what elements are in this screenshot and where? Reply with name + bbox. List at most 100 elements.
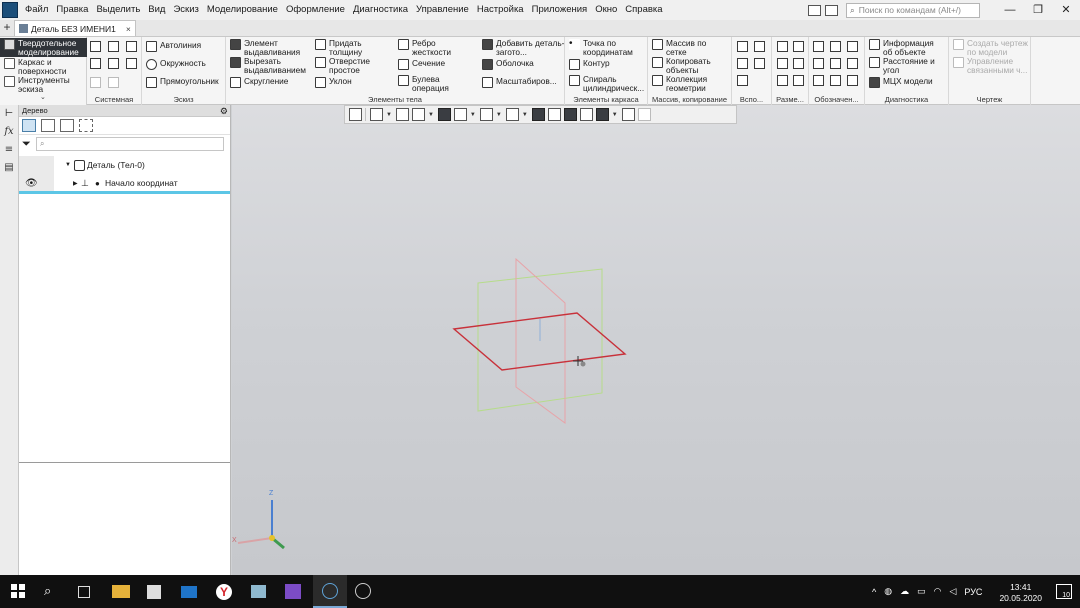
filter-icon[interactable]: ⏷ [22,138,36,151]
scale-button[interactable]: Масштабиров... [482,77,557,88]
autoline-button[interactable]: Автолиния [146,41,201,52]
position-icon[interactable] [830,75,841,86]
mode-sketch-tools[interactable]: Инструменты эскиза [0,75,87,93]
tree-bodies-icon[interactable] [60,119,74,132]
save-icon[interactable] [126,41,137,52]
wifi-icon[interactable]: ◠ [934,586,942,597]
language-indicator[interactable]: РУС [964,587,982,597]
task-view-icon[interactable] [78,586,90,598]
properties-icon[interactable]: ▤ [3,162,15,174]
preview-icon[interactable] [108,58,119,69]
aux-lcs-icon[interactable] [754,58,765,69]
layout-icon[interactable] [808,4,821,16]
mode-wireframe-surfaces[interactable]: Каркас и поверхности [0,57,87,75]
point-coords-button[interactable]: • Точка по координатам [569,39,645,56]
file-explorer-icon[interactable] [112,585,130,598]
open-icon[interactable] [108,41,119,52]
thicken-button[interactable]: Придать толщину [315,39,377,56]
tree-structure-icon[interactable] [22,119,36,132]
cut-extrude-button[interactable]: Вырезать выдавливанием [230,57,314,74]
add-part-button[interactable]: Добавить деталь-загото... [482,39,566,56]
tree-list-icon[interactable] [41,119,55,132]
mark-icon[interactable] [830,58,841,69]
gear-icon[interactable]: ⚙ [220,105,228,117]
fillet-button[interactable]: Скругление [230,77,288,88]
menu-select[interactable]: Выделить [92,0,144,20]
menu-settings[interactable]: Настройка [473,0,528,20]
command-search-input[interactable]: ⌕ Поиск по командам (Alt+/) [846,2,980,18]
diameter-dim-icon[interactable] [793,41,804,52]
menu-file[interactable]: Файл [21,0,52,20]
menu-formatting[interactable]: Оформление [282,0,349,20]
object-info-button[interactable]: Информация об объекте [869,39,945,56]
tree-panel-icon[interactable]: ⊢ [3,108,15,120]
section-button[interactable]: Сечение [398,59,445,70]
link-dim-icon[interactable] [793,75,804,86]
angle-dim-icon[interactable] [793,58,804,69]
contour-button[interactable]: Контур [569,59,610,70]
menu-edit[interactable]: Правка [52,0,92,20]
menu-management[interactable]: Управление [412,0,473,20]
spiral-button[interactable]: Спираль цилиндрическ... [569,75,647,92]
expand-chevron-icon[interactable]: ⌄ [40,93,46,101]
kompas-taskbar-button[interactable] [313,575,347,608]
mail-icon[interactable] [181,586,197,598]
windows-start-icon[interactable] [11,584,29,601]
aux-point-icon[interactable] [737,58,748,69]
mass-properties-button[interactable]: МЦХ модели [869,77,933,88]
aperture-app-icon[interactable] [355,583,371,599]
aux-line-icon[interactable] [737,75,748,86]
boolean-button[interactable]: Булева операция [398,75,460,92]
aux-axis-icon[interactable] [754,41,765,52]
geometry-collection-button[interactable]: Коллекция геометрии [652,75,726,92]
tree-splitter[interactable] [19,462,230,463]
menu-window[interactable]: Окно [591,0,621,20]
menu-view[interactable]: Вид [144,0,169,20]
tree-row-origin[interactable]: 👁 ▶ ⊥ ● Начало координат [19,174,230,192]
mode-solid-modeling[interactable]: Твердотельное моделирование [0,38,87,57]
manage-drawings-button[interactable]: Управление связанными ч... [953,57,1029,74]
close-tab-icon[interactable]: × [126,24,131,34]
roughness-icon[interactable] [813,41,824,52]
yandex-browser-icon[interactable]: Y [216,584,232,600]
panel-icon[interactable] [825,4,838,16]
tree-select-icon[interactable] [79,119,93,132]
linear-dim-icon[interactable] [777,41,788,52]
tray-app-icon[interactable]: ◍ [884,586,892,597]
battery-icon[interactable]: ▭ [917,586,926,597]
menu-sketch[interactable]: Эскиз [169,0,202,20]
layers-icon[interactable]: ≡ [3,144,15,156]
create-drawing-button[interactable]: Создать чертеж по модели [953,39,1029,56]
shell-button[interactable]: Оболочка [482,59,534,70]
rectangle-button[interactable]: Прямоугольник [146,77,219,88]
text-icon[interactable] [847,75,858,86]
menu-diagnostics[interactable]: Диагностика [349,0,412,20]
save-all-icon[interactable] [126,58,137,69]
aux-plane-icon[interactable] [737,41,748,52]
undo-icon[interactable] [90,77,101,88]
variables-fx-icon[interactable]: fx [3,126,15,138]
hole-button[interactable]: Отверстие простое [315,57,377,74]
print-icon[interactable] [90,58,101,69]
3d-viewport[interactable]: ▼ ▼ ▼ ▼ ▼ ▼ Z X [232,105,1080,575]
auto-dim-icon[interactable] [777,75,788,86]
leader-icon[interactable] [830,41,841,52]
volume-icon[interactable]: ◁ [949,586,956,597]
search-icon[interactable]: ⌕ [44,583,62,600]
minimize-button[interactable]: — [996,0,1024,20]
maximize-button[interactable]: ❐ [1024,0,1052,20]
collapse-triangle-icon[interactable]: ▼ [65,162,71,168]
thread-icon[interactable] [847,58,858,69]
circle-button[interactable]: Окружность [146,59,206,70]
weld-icon[interactable] [813,75,824,86]
onedrive-icon[interactable]: ☁ [900,586,909,597]
chevron-up-icon[interactable]: ^ [872,587,876,597]
close-button[interactable]: ✕ [1052,0,1080,20]
new-tab-button[interactable]: + [0,19,14,36]
store-icon[interactable] [147,585,161,599]
menu-modeling[interactable]: Моделирование [203,0,282,20]
distance-angle-button[interactable]: Расстояние и угол [869,57,945,74]
copy-objects-button[interactable]: Копировать объекты [652,57,726,74]
grid-array-button[interactable]: Массив по сетке [652,39,726,56]
extrude-button[interactable]: Элемент выдавливания [230,39,314,56]
